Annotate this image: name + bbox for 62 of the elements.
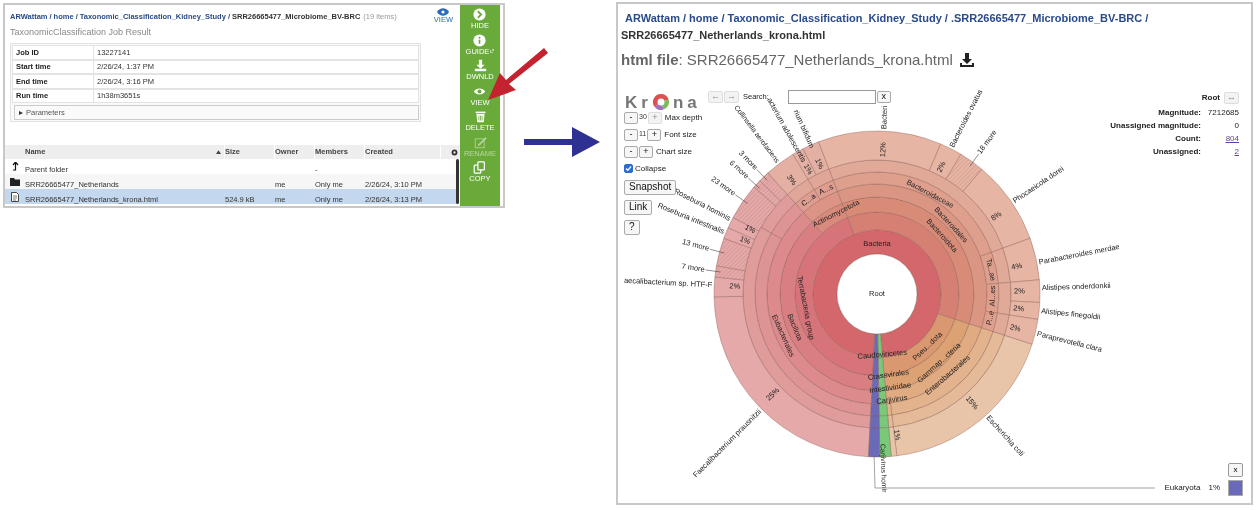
decrease-button[interactable]: -: [624, 145, 638, 158]
up-arrow-icon: [11, 162, 19, 171]
download-icon[interactable]: [958, 52, 975, 68]
breadcrumb-current: SRR26665477_Netherlands_krona.html: [620, 27, 827, 43]
gear-icon[interactable]: [451, 148, 458, 156]
krona-logo-text: na: [672, 91, 701, 114]
sort-arrow-icon: [216, 150, 221, 154]
chevron-icon: [473, 8, 487, 21]
close-button[interactable]: x: [1228, 462, 1243, 477]
toolbar-button[interactable]: Snapshot: [624, 179, 677, 195]
pencil-icon: [473, 135, 487, 149]
breadcrumb-separator: /: [1145, 11, 1149, 26]
decrease-button[interactable]: -: [624, 128, 638, 141]
increase-button[interactable]: +: [639, 145, 653, 158]
scrollbar: [456, 159, 459, 204]
breadcrumb-link[interactable]: home: [689, 10, 719, 27]
leader-line: [705, 269, 721, 272]
eye-icon: [437, 8, 450, 16]
breadcrumb-separator: /: [683, 11, 687, 26]
breadcrumb-separator: /: [721, 11, 725, 26]
stat-label: Magnitude:: [1157, 106, 1201, 119]
breadcrumb-separator: /: [944, 11, 948, 26]
trash-icon: [473, 110, 487, 123]
increase-button[interactable]: +: [647, 128, 662, 141]
search-field[interactable]: [787, 89, 876, 104]
breadcrumb-link[interactable]: Taxonomic_Classification_Kidney_Study: [727, 10, 942, 27]
pie-logo-icon: [652, 94, 669, 111]
leader-line: [735, 193, 748, 204]
leader-line: [969, 153, 979, 166]
stat-value: 0: [1233, 119, 1239, 132]
stat-value: 7212685: [1206, 106, 1239, 119]
checkbox-label: Collapse: [635, 162, 667, 175]
breadcrumb-link[interactable]: .SRR26665477_Microbiome_BV-BRC: [950, 10, 1143, 27]
legend-percent: 1%: [1208, 481, 1220, 494]
leader-line: [756, 168, 768, 181]
krona-logo-text: Kr: [625, 91, 652, 114]
setting-label: Chart size: [656, 145, 692, 158]
job-title: TaxonomicClassification Job Result: [10, 25, 153, 39]
leader-line: [709, 248, 725, 253]
breadcrumb-link[interactable]: ARWattam: [625, 10, 680, 27]
file-heading: html file: SRR26665477_Netherlands_krona.html: [621, 50, 953, 70]
folder-icon: [10, 177, 20, 186]
leader-line: [748, 177, 760, 189]
stat-label: Count:: [1174, 132, 1201, 145]
decrease-button[interactable]: -: [624, 111, 638, 124]
setting-label: Max depth: [664, 111, 703, 124]
stat-label: Unassigned magnitude:: [1110, 119, 1201, 132]
legend-label: Eukaryota: [1164, 481, 1201, 494]
copy-icon: [473, 161, 487, 174]
focus-name: Root: [1201, 91, 1220, 104]
collapse-checkbox[interactable]: [624, 164, 633, 173]
toolbar-button[interactable]: ?: [624, 219, 640, 235]
external-link-icon: [490, 49, 495, 54]
clear-search-button[interactable]: x: [876, 90, 891, 103]
file-icon: [11, 191, 19, 202]
setting-label: Font size: [664, 128, 697, 141]
info-icon: [473, 33, 487, 47]
stat-label: Unassigned:: [1152, 145, 1201, 158]
stat-link[interactable]: 804: [1205, 132, 1239, 145]
download-icon: [473, 59, 487, 72]
stat-link[interactable]: 2: [1205, 145, 1239, 158]
toolbar-button[interactable]: Link: [624, 199, 653, 215]
